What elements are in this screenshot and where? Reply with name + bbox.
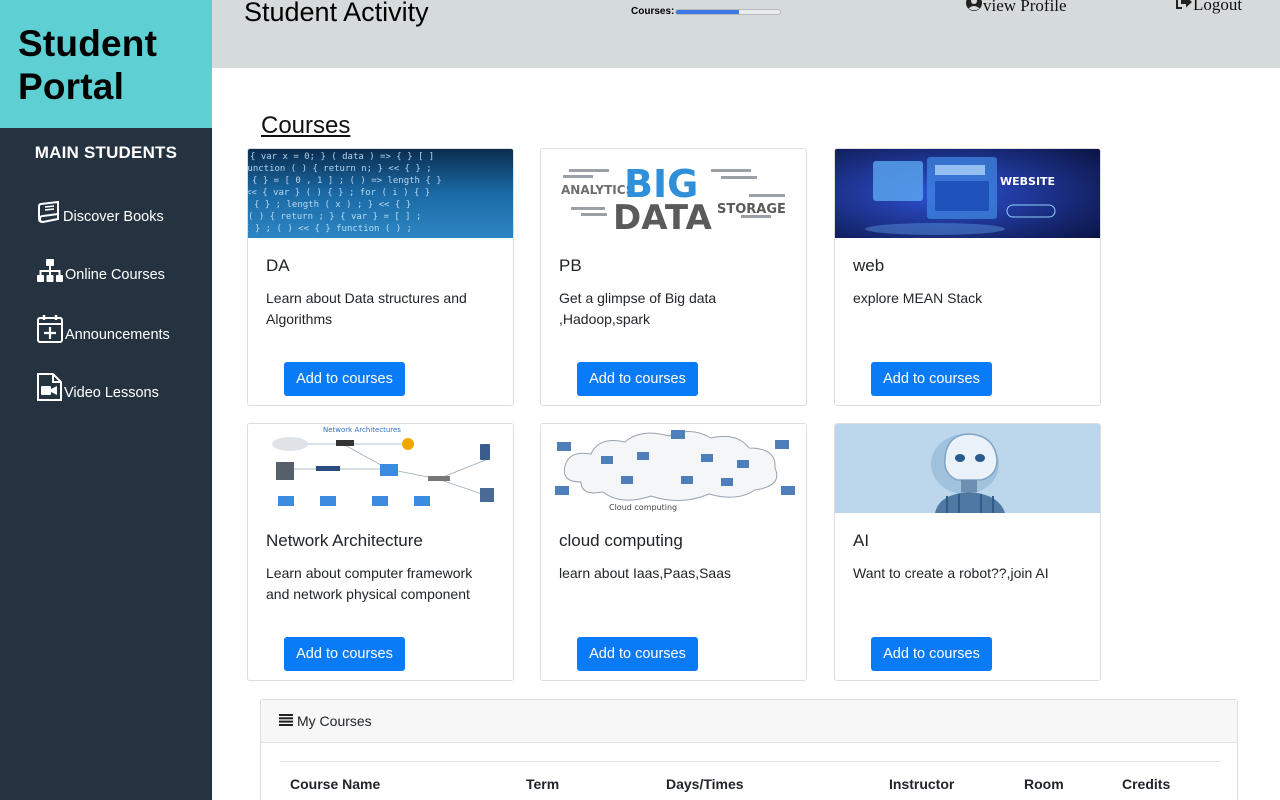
sidebar-item-online-courses[interactable]: Online Courses <box>36 258 165 284</box>
progress-fill <box>676 9 739 14</box>
card-title: cloud computing <box>559 531 683 550</box>
table-divider <box>280 761 1220 762</box>
course-card-pb: ANALYTICS BIG DATA STORAGE PB Get a glim… <box>540 148 807 406</box>
sidebar-item-label: Announcements <box>65 327 170 343</box>
column-header-credits: Credits <box>1122 776 1171 792</box>
courses-heading: Courses <box>261 112 351 139</box>
robot-image <box>835 424 1100 513</box>
svg-text:<< { var } ( ) { } ; for ( i ): << { var } ( ) { } ; for ( i ) { } <box>248 188 430 198</box>
course-card-web: WEBSITE web explore MEAN Stack Add to co… <box>834 148 1101 406</box>
card-title: DA <box>266 256 290 275</box>
add-to-courses-button[interactable]: Add to courses <box>577 637 698 671</box>
card-title: AI <box>853 531 870 550</box>
sidebar-item-label: Online Courses <box>65 267 165 283</box>
svg-text:{ } ; length ( x ) ; } << { }: { } ; length ( x ) ; } << { } <box>254 200 411 210</box>
card-description: Learn about Data structures and Algorith… <box>266 290 467 327</box>
sidebar-heading: MAIN STUDENTS <box>34 143 178 162</box>
course-card-ai: AI Want to create a robot??,join AI Add … <box>834 423 1101 681</box>
course-card-da: { var x = 0; } ( data ) => { } [ ] funct… <box>247 148 514 406</box>
sidebar-item-video-lessons[interactable]: Video Lessons <box>36 372 159 402</box>
column-header-days-times: Days/Times <box>666 776 744 792</box>
sitemap-icon <box>36 258 64 284</box>
card-description: learn about Iaas,Paas,Saas <box>559 565 732 581</box>
card-title: web <box>853 256 885 275</box>
brand-title: Student Portal <box>18 22 157 108</box>
column-header-instructor: Instructor <box>889 776 955 792</box>
cloud-diagram-image: Cloud computing <box>541 424 806 513</box>
column-header-room: Room <box>1024 776 1064 792</box>
svg-text:function ( ) { return n; } <<: function ( ) { return n; } << { } ; <box>248 164 432 174</box>
svg-text:{ var x = 0; } ( data ) => { }: { var x = 0; } ( data ) => { } [ ] <box>250 152 434 162</box>
list-icon <box>279 713 293 729</box>
brand-line-1: Student <box>18 23 158 64</box>
page-title: Student Activity <box>244 0 429 27</box>
card-title: Network Architecture <box>266 531 423 550</box>
course-card-cloud-computing: Cloud computing cloud computing learn ab… <box>540 423 807 681</box>
progress-label: Courses: <box>631 6 675 17</box>
column-header-term: Term <box>526 776 560 792</box>
sidebar: Student Portal MAIN STUDENTS Discover Bo… <box>0 0 212 800</box>
card-description: Want to create a robot??,join AI <box>853 565 1049 581</box>
svg-text:( ) { return ; } { var } = [ ]: ( ) { return ; } { var } = [ ] ; <box>248 212 421 222</box>
card-description: Get a glimpse of Big data ,Hadoop,spark <box>559 290 717 327</box>
my-courses-header: My Courses <box>261 700 1237 743</box>
network-diagram-image: Network Architectures <box>248 424 513 513</box>
add-to-courses-button[interactable]: Add to courses <box>284 637 405 671</box>
column-header-course-name: Course Name <box>290 776 381 792</box>
user-circle-icon <box>965 0 983 17</box>
my-courses-panel: My Courses Course Name Term Days/Times I… <box>260 699 1238 800</box>
sidebar-item-announcements[interactable]: Announcements <box>36 314 170 344</box>
book-icon <box>36 200 62 226</box>
courses-progress: Courses: <box>631 6 782 17</box>
pb-image-storage: STORAGE <box>717 202 786 217</box>
sidebar-item-label: Video Lessons <box>64 385 159 401</box>
add-to-courses-button[interactable]: Add to courses <box>871 362 992 396</box>
my-courses-title: My Courses <box>297 713 372 729</box>
card-title: PB <box>559 256 582 275</box>
video-file-icon <box>36 372 63 402</box>
web-image-website: WEBSITE <box>1000 175 1055 188</box>
logout-link[interactable]: Logout <box>1175 0 1242 15</box>
add-to-courses-button[interactable]: Add to courses <box>284 362 405 396</box>
logout-label: Logout <box>1193 0 1243 14</box>
card-description: Learn about computer framework and netwo… <box>266 565 473 602</box>
course-card-network-architecture: Network Architectures Network Architectu… <box>247 423 514 681</box>
view-profile-label: view Profile <box>983 0 1067 15</box>
calendar-plus-icon <box>36 314 64 344</box>
card-description: explore MEAN Stack <box>853 290 983 306</box>
brand-block: Student Portal <box>0 0 212 128</box>
big-data-image: ANALYTICS BIG DATA STORAGE <box>541 149 806 238</box>
pb-image-data: DATA <box>613 198 712 238</box>
view-profile-link[interactable]: view Profile <box>965 0 1067 17</box>
sidebar-item-label: Discover Books <box>63 209 164 225</box>
network-image-title: Network Architectures <box>323 426 401 434</box>
code-image: { var x = 0; } ( data ) => { } [ ] funct… <box>248 149 513 238</box>
sidebar-item-discover-books[interactable]: Discover Books <box>36 200 164 226</box>
add-to-courses-button[interactable]: Add to courses <box>577 362 698 396</box>
cloud-image-caption: Cloud computing <box>609 503 677 512</box>
svg-text:{ } = [ 0 , 1 ] ; ( ) => lengt: { } = [ 0 , 1 ] ; ( ) => length { } <box>252 176 442 186</box>
website-image: WEBSITE <box>835 149 1100 238</box>
sign-out-icon <box>1175 0 1193 15</box>
svg-text:{ } ; ( ) << { } function ( ): { } ; ( ) << { } function ( ) ; <box>248 224 412 234</box>
progress-track <box>675 8 782 15</box>
add-to-courses-button[interactable]: Add to courses <box>871 637 992 671</box>
brand-line-2: Portal <box>18 66 125 107</box>
